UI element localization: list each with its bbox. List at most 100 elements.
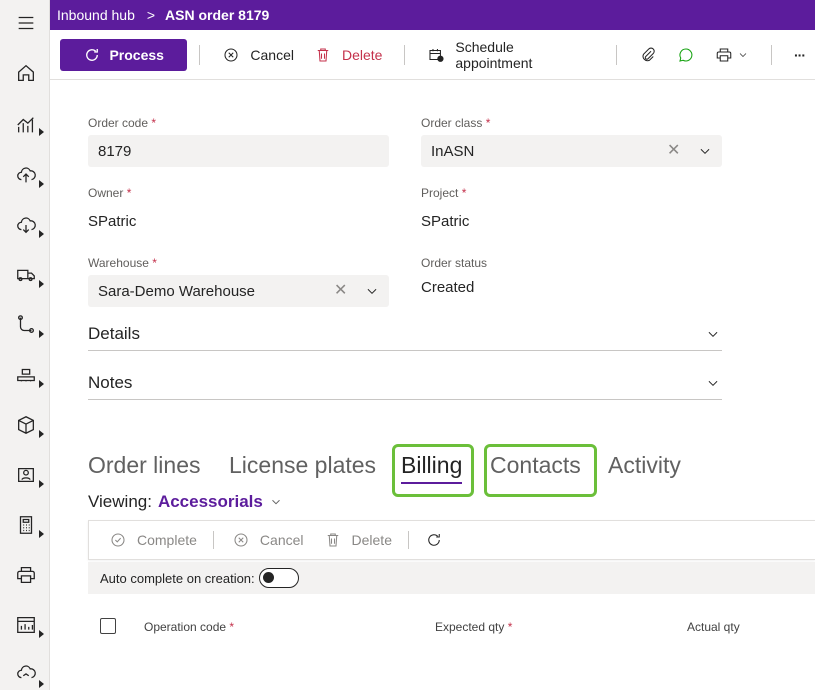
attach-button[interactable]	[629, 39, 667, 71]
schedule-appointment-button[interactable]: Schedule appointment	[417, 39, 604, 71]
calculator-caret-icon[interactable]	[39, 530, 44, 538]
outbound-caret-icon[interactable]	[39, 230, 44, 238]
divider	[212, 531, 214, 549]
breadcrumb: Inbound hub > ASN order 8179	[50, 0, 815, 30]
project-value[interactable]: SPatric	[421, 213, 469, 230]
divider	[404, 44, 406, 65]
truck-icon[interactable]	[13, 262, 39, 288]
report-caret-icon[interactable]	[39, 630, 44, 638]
chevron-down-icon	[272, 499, 280, 505]
print-button[interactable]	[705, 39, 759, 71]
conveyor-icon[interactable]	[13, 362, 39, 388]
inbound-caret-icon[interactable]	[39, 180, 44, 188]
refresh-button[interactable]	[415, 524, 453, 556]
grid-cancel-button[interactable]: Cancel	[220, 524, 314, 556]
billing-highlight	[392, 444, 474, 497]
refresh-icon	[86, 48, 99, 61]
cancel-circle-icon	[234, 533, 248, 547]
notes-section-header[interactable]: Notes	[88, 366, 722, 400]
cancel-circle-icon	[224, 47, 238, 62]
chevron-down-icon[interactable]	[698, 144, 712, 158]
complete-label: Complete	[137, 532, 197, 548]
contacts-highlight	[484, 444, 597, 497]
cloud-sync-caret-icon[interactable]	[39, 680, 44, 688]
viewing-value: Accessorials	[157, 492, 263, 511]
column-operation-code[interactable]: Operation code *	[144, 620, 234, 634]
breadcrumb-current: ASN order 8179	[165, 7, 270, 23]
grid-delete-button[interactable]: Delete	[314, 524, 402, 556]
auto-complete-toggle[interactable]	[258, 568, 299, 588]
owner-value[interactable]: SPatric	[88, 213, 136, 230]
chevron-down-icon	[739, 52, 747, 57]
comment-button[interactable]	[667, 39, 705, 71]
chevron-down-icon	[706, 375, 720, 395]
inbound-icon[interactable]	[13, 162, 39, 188]
divider	[616, 44, 618, 65]
printer-nav-icon[interactable]	[13, 562, 39, 588]
check-circle-icon	[111, 533, 125, 547]
analytics-icon[interactable]	[13, 112, 39, 138]
order-code-label: Order code *	[88, 116, 157, 130]
warehouse-value: Sara-Demo Warehouse	[98, 282, 256, 300]
conveyor-caret-icon[interactable]	[39, 380, 44, 388]
chevron-down-icon[interactable]	[365, 284, 379, 298]
contact-card-icon[interactable]	[13, 462, 39, 488]
outbound-icon[interactable]	[13, 212, 39, 238]
process-label: Process	[109, 46, 164, 63]
command-bar: Process Cancel Delete Schedule appointme…	[50, 30, 815, 80]
left-nav-rail	[0, 0, 50, 690]
delete-button[interactable]: Delete	[304, 39, 392, 71]
auto-complete-row: Auto complete on creation:	[88, 562, 815, 594]
truck-caret-icon[interactable]	[39, 280, 44, 288]
order-class-select[interactable]: InASN ✕	[421, 135, 722, 167]
printer-icon	[716, 47, 732, 62]
trash-icon	[327, 533, 338, 547]
tab-activity[interactable]: Activity	[608, 452, 681, 479]
breadcrumb-root[interactable]: Inbound hub	[57, 7, 135, 23]
workflow-caret-icon[interactable]	[39, 330, 44, 338]
details-section-header[interactable]: Details	[88, 317, 722, 351]
more-icon: ···	[794, 46, 806, 63]
chevron-down-icon	[706, 326, 720, 346]
column-actual-qty[interactable]: Actual qty	[687, 620, 740, 634]
process-button[interactable]: Process	[60, 38, 188, 71]
cloud-sync-icon[interactable]	[13, 660, 39, 686]
divider	[771, 44, 773, 65]
clear-icon[interactable]: ✕	[334, 280, 347, 300]
warehouse-select[interactable]: Sara-Demo Warehouse ✕	[88, 275, 389, 307]
grid-cancel-label: Cancel	[259, 532, 304, 548]
refresh-icon	[428, 534, 440, 546]
order-code-field[interactable]: 8179	[88, 135, 389, 167]
order-class-value: InASN	[431, 142, 475, 160]
clear-icon[interactable]: ✕	[667, 140, 680, 160]
tab-license-plates[interactable]: License plates	[229, 452, 376, 479]
calendar-add-icon	[429, 48, 445, 62]
hamburger-menu-icon[interactable]	[13, 10, 39, 36]
delete-label: Delete	[342, 46, 383, 63]
analytics-caret-icon[interactable]	[39, 128, 44, 136]
package-icon[interactable]	[13, 412, 39, 438]
view-selector[interactable]: Viewing: Accessorials	[88, 492, 283, 512]
home-icon[interactable]	[13, 60, 39, 86]
calculator-icon[interactable]	[13, 512, 39, 538]
complete-button[interactable]: Complete	[89, 524, 207, 556]
column-expected-qty[interactable]: Expected qty *	[435, 620, 512, 634]
tab-order-lines[interactable]: Order lines	[88, 452, 200, 479]
package-caret-icon[interactable]	[39, 430, 44, 438]
grid-header: Operation code * Expected qty * Actual q…	[88, 610, 815, 642]
owner-label: Owner *	[88, 186, 132, 200]
divider	[199, 44, 201, 65]
notes-title: Notes	[88, 372, 133, 392]
report-icon[interactable]	[13, 612, 39, 638]
contact-card-caret-icon[interactable]	[39, 480, 44, 488]
order-form: Order code * 8179 Order class * InASN ✕ …	[57, 80, 815, 690]
cancel-button[interactable]: Cancel	[212, 39, 304, 71]
viewing-label: Viewing:	[88, 492, 152, 511]
breadcrumb-separator: >	[146, 7, 156, 23]
divider	[407, 531, 409, 549]
more-button[interactable]: ···	[784, 39, 815, 71]
trash-icon	[317, 47, 329, 62]
workflow-icon[interactable]	[13, 312, 39, 338]
select-all-checkbox[interactable]	[100, 618, 116, 634]
order-status-value: Created	[421, 279, 475, 296]
